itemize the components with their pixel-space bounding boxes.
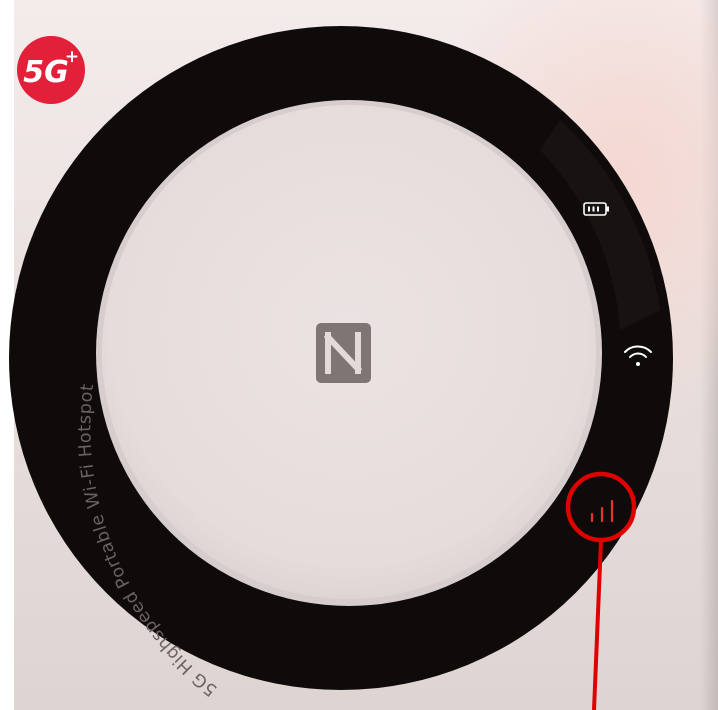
5g-plus-badge: 5G +: [17, 36, 85, 104]
hotspot-top-face: 5G Highspeed Portable Wi-Fi Hotspot 5G +: [9, 0, 718, 710]
nfc-icon: [316, 323, 371, 383]
5g-plus-badge-text: 5G: [23, 55, 69, 90]
photo: 5G Highspeed Portable Wi-Fi Hotspot 5G +: [0, 0, 718, 710]
5g-plus-badge-plus: +: [65, 47, 79, 67]
